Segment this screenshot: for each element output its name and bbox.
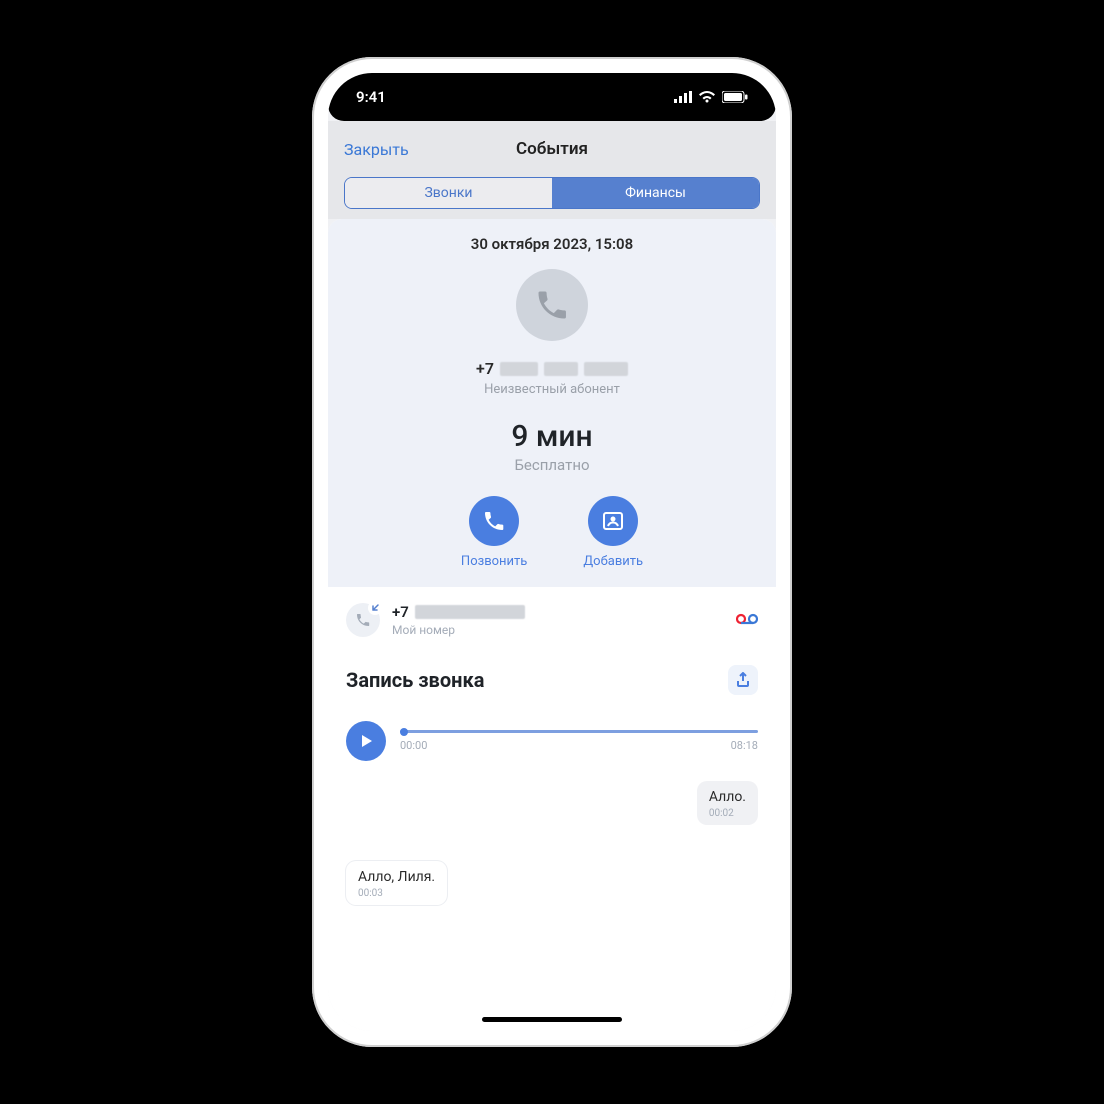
segmented-control: Звонки Финансы bbox=[344, 177, 760, 209]
phone-frame: 9:41 Закрыть События Звонки Финансы 30 о… bbox=[312, 57, 792, 1047]
call-card: 30 октября 2023, 15:08 +7 Неизвестный аб… bbox=[328, 219, 776, 1031]
call-duration: 9 мин bbox=[344, 419, 760, 454]
caller-number: +7 bbox=[344, 359, 760, 378]
status-indicators bbox=[674, 91, 748, 103]
call-button[interactable]: Позвонить bbox=[461, 496, 527, 569]
voicemail-icon bbox=[736, 611, 758, 630]
close-button[interactable]: Закрыть bbox=[344, 140, 409, 159]
sheet-header: Закрыть События Звонки Финансы bbox=[328, 121, 776, 219]
add-contact-button[interactable]: Добавить bbox=[583, 496, 643, 569]
call-cost: Бесплатно bbox=[344, 456, 760, 474]
status-time: 9:41 bbox=[356, 88, 386, 106]
transcript-row: Алло. 00:02 bbox=[346, 781, 758, 825]
my-number-row: +7 Мой номер bbox=[346, 603, 758, 637]
number-masked bbox=[584, 362, 628, 376]
action-row: Позвонить Добавить bbox=[344, 496, 760, 569]
time-end: 08:18 bbox=[731, 739, 758, 752]
share-icon bbox=[735, 672, 751, 688]
caller-avatar bbox=[516, 269, 588, 341]
bubble-timestamp: 00:03 bbox=[358, 888, 435, 899]
transcript-bubble-other: Алло. 00:02 bbox=[697, 781, 758, 825]
wifi-icon bbox=[698, 91, 716, 103]
my-number: +7 bbox=[392, 603, 724, 621]
call-date: 30 октября 2023, 15:08 bbox=[344, 235, 760, 253]
audio-player: 00:00 08:18 bbox=[346, 721, 758, 761]
transcript-row: Алло, Лиля. 00:03 bbox=[346, 861, 758, 905]
call-summary: 30 октября 2023, 15:08 +7 Неизвестный аб… bbox=[328, 219, 776, 587]
recording-header: Запись звонка bbox=[346, 665, 758, 695]
phone-icon bbox=[534, 287, 570, 323]
progress-track bbox=[400, 730, 758, 733]
my-number-label: Мой номер bbox=[392, 623, 724, 637]
timeline[interactable]: 00:00 08:18 bbox=[400, 730, 758, 752]
play-button[interactable] bbox=[346, 721, 386, 761]
transcript-bubble-self: Алло, Лиля. 00:03 bbox=[346, 861, 447, 905]
incoming-call-icon bbox=[346, 603, 380, 637]
status-bar: 9:41 bbox=[328, 73, 776, 121]
recording-title: Запись звонка bbox=[346, 668, 484, 692]
add-button-label: Добавить bbox=[583, 554, 643, 569]
number-masked bbox=[544, 362, 578, 376]
battery-icon bbox=[722, 91, 748, 103]
call-details: +7 Мой номер Запись звонка bbox=[328, 587, 776, 1031]
add-contact-icon bbox=[601, 509, 625, 533]
caller-label: Неизвестный абонент bbox=[344, 382, 760, 397]
tab-finance[interactable]: Финансы bbox=[552, 178, 759, 208]
phone-icon bbox=[355, 612, 371, 628]
home-indicator[interactable] bbox=[482, 1017, 622, 1022]
time-start: 00:00 bbox=[400, 739, 427, 752]
bubble-text: Алло. bbox=[709, 789, 746, 805]
signal-icon bbox=[674, 91, 692, 103]
my-number-prefix: +7 bbox=[392, 603, 409, 621]
call-button-label: Позвонить bbox=[461, 554, 527, 569]
phone-icon bbox=[482, 509, 506, 533]
bubble-text: Алло, Лиля. bbox=[358, 869, 435, 885]
bubble-timestamp: 00:02 bbox=[709, 808, 746, 819]
screen: 9:41 Закрыть События Звонки Финансы 30 о… bbox=[328, 73, 776, 1031]
tab-calls[interactable]: Звонки bbox=[345, 178, 552, 208]
play-icon bbox=[358, 733, 374, 749]
my-number-masked bbox=[415, 605, 525, 619]
arrow-down-left-icon bbox=[370, 603, 380, 613]
transcript: Алло. 00:02 Алло, Лиля. 00:03 bbox=[346, 781, 758, 905]
export-button[interactable] bbox=[728, 665, 758, 695]
number-masked bbox=[500, 362, 538, 376]
number-prefix: +7 bbox=[476, 359, 494, 378]
